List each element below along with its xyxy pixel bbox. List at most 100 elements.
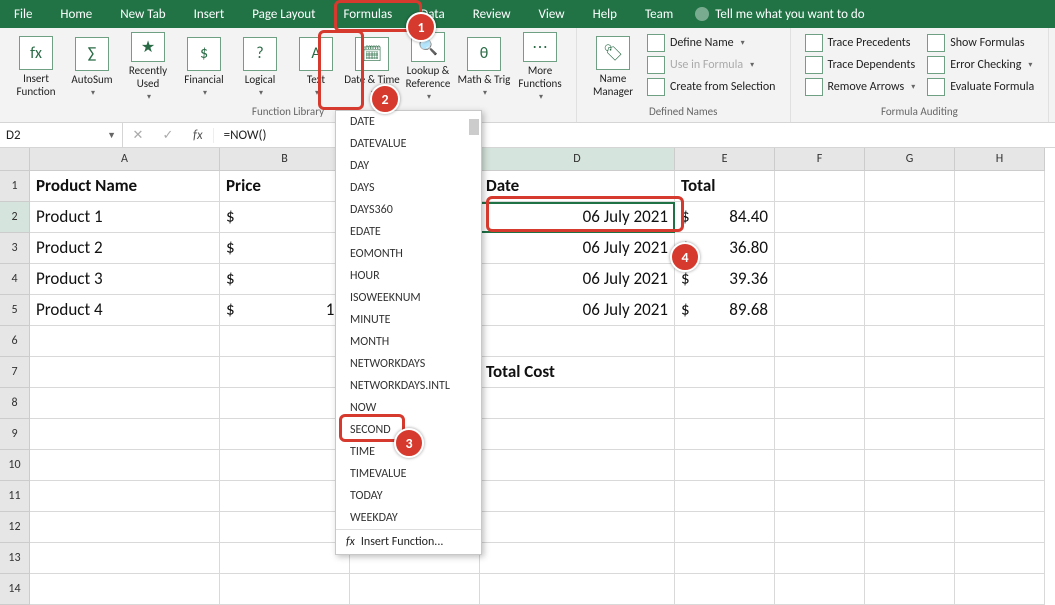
cell-H10[interactable] xyxy=(955,450,1045,481)
row-13[interactable]: 13 xyxy=(0,543,30,574)
cell-F4[interactable] xyxy=(775,264,865,295)
cell-B12[interactable] xyxy=(220,512,350,543)
dropdown-item-hour[interactable]: HOUR xyxy=(336,265,481,287)
tab-pagelayout[interactable]: Page Layout xyxy=(238,0,329,28)
cell-E8[interactable] xyxy=(675,388,775,419)
cell-B2[interactable]: $8 xyxy=(220,202,350,233)
lookup-button[interactable]: 🔍Lookup & Reference xyxy=(400,32,456,102)
cell-G8[interactable] xyxy=(865,388,955,419)
dropdown-item-datevalue[interactable]: DATEVALUE xyxy=(336,133,481,155)
cell-G13[interactable] xyxy=(865,543,955,574)
cell-B3[interactable]: $7 xyxy=(220,233,350,264)
cell-A14[interactable] xyxy=(30,574,220,605)
cell-F14[interactable] xyxy=(775,574,865,605)
row-14[interactable]: 14 xyxy=(0,574,30,605)
trace-precedents-button[interactable]: Trace Precedents xyxy=(799,32,922,54)
cell-A12[interactable] xyxy=(30,512,220,543)
dropdown-item-month[interactable]: MONTH xyxy=(336,331,481,353)
cell-D13[interactable] xyxy=(480,543,675,574)
cell-G14[interactable] xyxy=(865,574,955,605)
col-B[interactable]: B xyxy=(220,148,350,171)
cell-D14[interactable] xyxy=(480,574,675,605)
trace-dependents-button[interactable]: Trace Dependents xyxy=(799,54,922,76)
name-manager-button[interactable]: 🏷Name Manager xyxy=(585,32,641,102)
cell-B13[interactable] xyxy=(220,543,350,574)
row-2[interactable]: 2 xyxy=(0,202,30,233)
dropdown-scrollbar[interactable] xyxy=(469,119,479,135)
cell-F13[interactable] xyxy=(775,543,865,574)
cell-F12[interactable] xyxy=(775,512,865,543)
cell-G11[interactable] xyxy=(865,481,955,512)
cell-A10[interactable] xyxy=(30,450,220,481)
cell-H1[interactable] xyxy=(955,171,1045,202)
cell-A1[interactable]: Product Name xyxy=(30,171,220,202)
cell-G6[interactable] xyxy=(865,326,955,357)
tab-home[interactable]: Home xyxy=(46,0,106,28)
cell-E10[interactable] xyxy=(675,450,775,481)
cell-H8[interactable] xyxy=(955,388,1045,419)
cell-B8[interactable] xyxy=(220,388,350,419)
cell-B1[interactable]: Price xyxy=(220,171,350,202)
cell-F5[interactable] xyxy=(775,295,865,326)
dropdown-item-minute[interactable]: MINUTE xyxy=(336,309,481,331)
cell-A4[interactable]: Product 3 xyxy=(30,264,220,295)
spreadsheet-grid[interactable]: A B C D E F G H 1 Product Name Price Dat… xyxy=(0,148,1055,605)
cell-H11[interactable] xyxy=(955,481,1045,512)
cell-B10[interactable] xyxy=(220,450,350,481)
tab-file[interactable]: File xyxy=(0,0,46,28)
row-5[interactable]: 5 xyxy=(0,295,30,326)
cell-B14[interactable] xyxy=(220,574,350,605)
cell-A6[interactable] xyxy=(30,326,220,357)
logical-button[interactable]: ?Logical xyxy=(232,32,288,102)
remove-arrows-button[interactable]: Remove Arrows xyxy=(799,76,922,98)
row-4[interactable]: 4 xyxy=(0,264,30,295)
cell-G1[interactable] xyxy=(865,171,955,202)
cell-A11[interactable] xyxy=(30,481,220,512)
row-9[interactable]: 9 xyxy=(0,419,30,450)
col-H[interactable]: H xyxy=(955,148,1045,171)
col-G[interactable]: G xyxy=(865,148,955,171)
dropdown-insert-function[interactable]: fx Insert Function... xyxy=(336,529,481,554)
tab-help[interactable]: Help xyxy=(579,0,631,28)
cell-F10[interactable] xyxy=(775,450,865,481)
create-from-selection-button[interactable]: Create from Selection xyxy=(641,76,782,98)
cell-D1[interactable]: Date xyxy=(480,171,675,202)
cell-B6[interactable] xyxy=(220,326,350,357)
cell-D12[interactable] xyxy=(480,512,675,543)
financial-button[interactable]: $Financial xyxy=(176,32,232,102)
dropdown-item-isoweeknum[interactable]: ISOWEEKNUM xyxy=(336,287,481,309)
col-D[interactable]: D xyxy=(480,148,675,171)
cancel-icon[interactable]: ✕ xyxy=(133,128,144,143)
dropdown-item-edate[interactable]: EDATE xyxy=(336,221,481,243)
cell-E7[interactable] xyxy=(675,357,775,388)
select-all-corner[interactable] xyxy=(0,148,30,171)
row-12[interactable]: 12 xyxy=(0,512,30,543)
cell-G3[interactable] xyxy=(865,233,955,264)
cell-G7[interactable] xyxy=(865,357,955,388)
show-formulas-button[interactable]: Show Formulas xyxy=(921,32,1040,54)
cell-H9[interactable] xyxy=(955,419,1045,450)
cell-F1[interactable] xyxy=(775,171,865,202)
row-6[interactable]: 6 xyxy=(0,326,30,357)
enter-icon[interactable]: ✓ xyxy=(163,128,174,143)
cell-G5[interactable] xyxy=(865,295,955,326)
math-button[interactable]: θMath & Trig xyxy=(456,32,512,102)
row-7[interactable]: 7 xyxy=(0,357,30,388)
use-in-formula-button[interactable]: Use in Formula xyxy=(641,54,782,76)
cell-D8[interactable] xyxy=(480,388,675,419)
cell-D11[interactable] xyxy=(480,481,675,512)
error-checking-button[interactable]: Error Checking xyxy=(921,54,1040,76)
dropdown-item-eomonth[interactable]: EOMONTH xyxy=(336,243,481,265)
recently-used-button[interactable]: ★Recently Used xyxy=(120,32,176,102)
dropdown-item-today[interactable]: TODAY xyxy=(336,485,481,507)
cell-A8[interactable] xyxy=(30,388,220,419)
tab-newtab[interactable]: New Tab xyxy=(106,0,179,28)
col-E[interactable]: E xyxy=(675,148,775,171)
cell-D4[interactable]: 06 July 2021 xyxy=(480,264,675,295)
cell-E9[interactable] xyxy=(675,419,775,450)
cell-B5[interactable]: $11 xyxy=(220,295,350,326)
evaluate-formula-button[interactable]: Evaluate Formula xyxy=(921,76,1040,98)
chevron-down-icon[interactable]: ▼ xyxy=(107,130,116,141)
row-10[interactable]: 10 xyxy=(0,450,30,481)
dropdown-item-date[interactable]: DATE xyxy=(336,111,481,133)
